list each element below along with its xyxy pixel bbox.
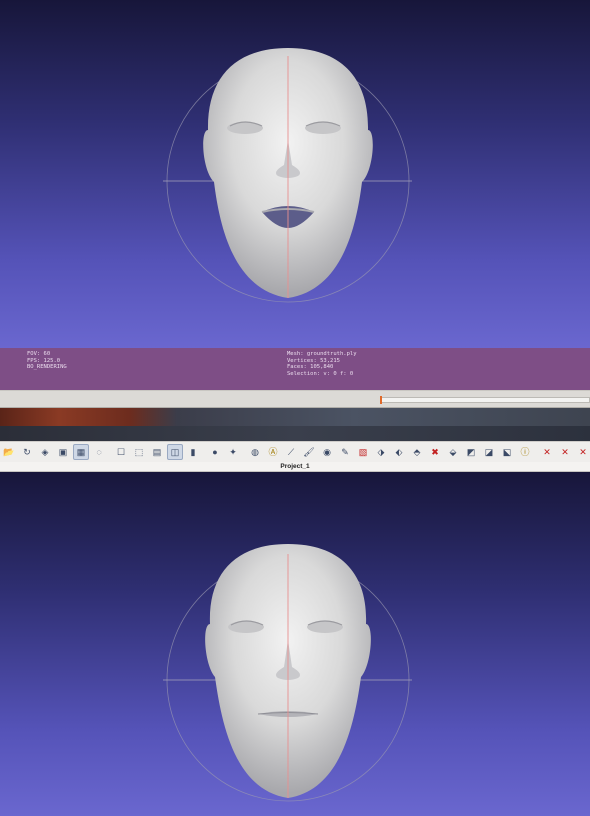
color-icon[interactable]: ◍	[247, 444, 263, 460]
select-components-icon[interactable]: ◪	[481, 444, 497, 460]
open-icon[interactable]: 📂	[1, 444, 17, 460]
snapshot-icon[interactable]: ▣	[55, 444, 71, 460]
annotation-icon[interactable]: Ⓐ	[265, 444, 281, 460]
timeline-bar[interactable]	[0, 390, 590, 408]
viewport-top[interactable]	[0, 0, 590, 348]
select-edges-icon[interactable]: ◩	[463, 444, 479, 460]
vertices-text: Vertices: 53,215	[287, 357, 340, 364]
fps-text: FPS: 125.0	[27, 357, 61, 364]
render-mode-icon[interactable]: ▦	[73, 444, 89, 460]
face-render-top[interactable]	[0, 0, 590, 348]
fov-text: FOV: 60	[27, 351, 51, 357]
timeline-marker[interactable]	[380, 396, 382, 404]
smooth-shading-icon[interactable]: ▮	[185, 444, 201, 460]
select-faces-icon[interactable]: ⬗	[373, 444, 389, 460]
delete-faces-icon[interactable]: ✕	[557, 444, 573, 460]
info-icon[interactable]: ⓘ	[517, 444, 533, 460]
select-connected-icon[interactable]: ⬘	[409, 444, 425, 460]
points-icon[interactable]: ◌	[91, 444, 107, 460]
select-bordered-icon[interactable]: ⬕	[499, 444, 515, 460]
main-toolbar: 📂 ↻ ◈ ▣ ▦ ◌ ☐ ⬚ ▤ ◫ ▮ ● ✦ ◍ Ⓐ ⟋ 🖌 ◉ ✎ ▧ ⬗ ⬖ ⬘ ✖ ⬙ ◩ ◪ ⬕ ⓘ ✕ ✕ ✕	[0, 441, 590, 462]
wireframe-icon[interactable]: ⬚	[131, 444, 147, 460]
delete-vertices-icon[interactable]: ✕	[539, 444, 555, 460]
timeline-track[interactable]	[380, 397, 590, 403]
viewport-bottom[interactable]	[0, 472, 590, 816]
delete-both-icon[interactable]: ✕	[575, 444, 590, 460]
select-region-icon[interactable]: ⬙	[445, 444, 461, 460]
box-icon[interactable]: ☐	[113, 444, 129, 460]
double-side-icon[interactable]: ✦	[225, 444, 241, 460]
save-icon[interactable]: ◈	[37, 444, 53, 460]
desktop-band	[0, 426, 590, 441]
window-title: Project_1	[280, 463, 310, 470]
pick-icon[interactable]: ◉	[319, 444, 335, 460]
mesh-name-text: Mesh: groundtruth.ply	[287, 351, 357, 357]
window-title-bar[interactable]: Project_1	[0, 462, 590, 472]
flat-shading-icon[interactable]: ◫	[167, 444, 183, 460]
brush-icon[interactable]: ✎	[337, 444, 353, 460]
paint-icon[interactable]: 🖌	[301, 444, 317, 460]
mesh-info: Mesh: groundtruth.ply Vertices: 53,215 F…	[287, 351, 357, 377]
desktop-background	[0, 408, 590, 441]
face-render-bottom[interactable]	[0, 472, 590, 816]
faces-text: Faces: 105,840	[287, 364, 334, 371]
render-info: FOV: 60 FPS: 125.0 BO_RENDERING	[27, 351, 67, 371]
selection-text: Selection: v: 0 f: 0	[287, 370, 354, 377]
reload-icon[interactable]: ↻	[19, 444, 35, 460]
layer-red-icon[interactable]: ▧	[355, 444, 371, 460]
hidden-lines-icon[interactable]: ▤	[149, 444, 165, 460]
render-mode-text: BO_RENDERING	[27, 364, 67, 371]
select-vertices-icon[interactable]: ⬖	[391, 444, 407, 460]
delete-selection-icon[interactable]: ✖	[427, 444, 443, 460]
measure-icon[interactable]: ⟋	[283, 444, 299, 460]
lighting-icon[interactable]: ●	[207, 444, 223, 460]
info-overlay: FOV: 60 FPS: 125.0 BO_RENDERING Mesh: gr…	[0, 348, 590, 390]
